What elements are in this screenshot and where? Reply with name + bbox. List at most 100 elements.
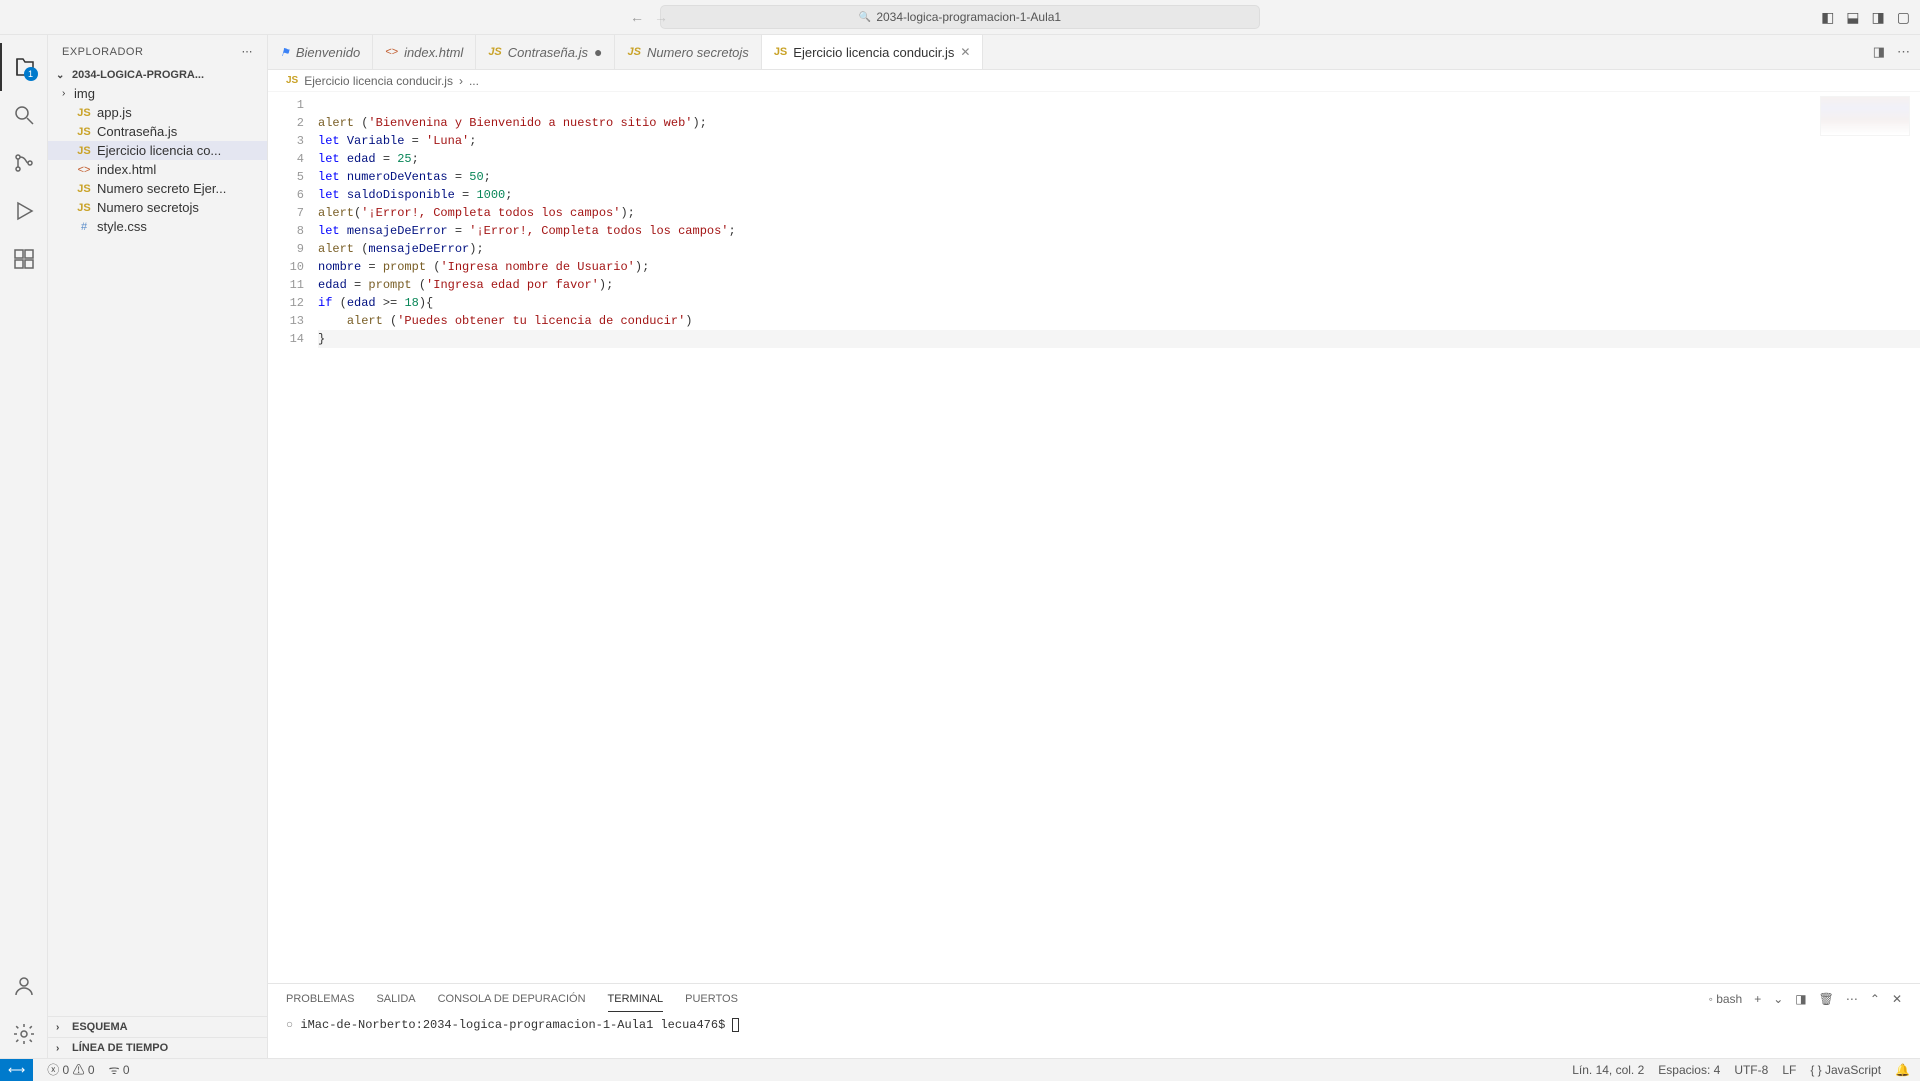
status-feedback-icon[interactable]: 🔔: [1895, 1063, 1910, 1077]
error-count: 0: [63, 1063, 70, 1077]
editor-tab[interactable]: JS Numero secretojs: [615, 35, 761, 69]
panel-tab[interactable]: SALIDA: [376, 987, 415, 1011]
folder-item[interactable]: ›img: [48, 84, 267, 103]
terminal-dropdown-icon[interactable]: ⌄: [1773, 992, 1783, 1006]
file-label: app.js: [97, 105, 132, 120]
outline-section[interactable]: › ESQUEMA: [48, 1016, 267, 1037]
nav-back-icon[interactable]: ←: [630, 9, 644, 25]
tab-file-icon: JS: [627, 46, 640, 58]
file-type-icon: JS: [76, 183, 92, 195]
tab-file-icon: JS: [774, 46, 787, 58]
split-editor-icon[interactable]: ◨: [1873, 44, 1885, 60]
nav-forward-icon[interactable]: →: [654, 9, 668, 25]
editor-tab[interactable]: ⚑Bienvenido: [268, 35, 373, 69]
sidebar-explorer: EXPLORADOR ⋯ ⌄ 2034-LOGICA-PROGRA... ›im…: [48, 35, 268, 1058]
terminal-output[interactable]: ○ iMac-de-Norberto:2034-logica-programac…: [268, 1014, 1920, 1058]
breadcrumb[interactable]: JS Ejercicio licencia conducir.js › ...: [268, 70, 1920, 92]
code-line: nombre = prompt ('Ingresa nombre de Usua…: [318, 258, 1920, 276]
timeline-section[interactable]: ›LÍNEA DE TIEMPO: [48, 1037, 267, 1058]
status-ports[interactable]: ᯤ 0: [109, 1061, 130, 1078]
code-content[interactable]: alert ('Bienvenina y Bienvenido a nuestr…: [318, 92, 1920, 983]
toggle-panel-icon[interactable]: ⬓: [1846, 9, 1859, 26]
titlebar-layout-controls: ◧ ⬓ ◨ ▢: [1821, 9, 1910, 26]
command-center[interactable]: 2034-logica-programacion-1-Aula1: [660, 5, 1260, 29]
project-name: 2034-LOGICA-PROGRA...: [72, 69, 204, 81]
status-language[interactable]: { } JavaScript: [1810, 1063, 1881, 1077]
customize-layout-icon[interactable]: ▢: [1897, 9, 1910, 26]
extensions-icon[interactable]: [0, 235, 48, 283]
close-tab-icon[interactable]: ✕: [960, 45, 970, 59]
panel-tab[interactable]: PROBLEMAS: [286, 987, 354, 1011]
code-line: let mensajeDeError = '¡Error!, Completa …: [318, 222, 1920, 240]
terminal-cursor: [732, 1018, 739, 1032]
file-type-icon: JS: [76, 202, 92, 214]
code-line: let saldoDisponible = 1000;: [318, 186, 1920, 204]
tab-file-icon: JS: [488, 46, 501, 58]
source-control-icon[interactable]: [0, 139, 48, 187]
status-cursor-position[interactable]: Lín. 14, col. 2: [1572, 1063, 1644, 1077]
tab-label: Numero secretojs: [647, 45, 749, 60]
file-type-icon: JS: [76, 145, 92, 157]
explorer-badge: 1: [24, 67, 38, 81]
file-tree: ›img JS app.js JSContraseña.js JS Ejercicio l…: [48, 84, 267, 236]
toggle-secondary-sidebar-icon[interactable]: ◨: [1872, 9, 1885, 26]
minimap[interactable]: [1820, 96, 1910, 136]
code-line: edad = prompt ('Ingresa edad por favor')…: [318, 276, 1920, 294]
run-debug-icon[interactable]: [0, 187, 48, 235]
editor-body[interactable]: 1234567891011121314 alert ('Bienvenina y…: [268, 92, 1920, 983]
toggle-primary-sidebar-icon[interactable]: ◧: [1821, 9, 1834, 26]
file-type-icon: JS: [76, 107, 92, 119]
tab-label: Ejercicio licencia conducir.js: [793, 45, 954, 60]
file-item[interactable]: JS Ejercicio licencia co...: [48, 141, 267, 160]
more-actions-icon[interactable]: ⋯: [1897, 44, 1910, 60]
status-bar: ⟷ ⓧ 0 ⚠ 0 ᯤ 0 Lín. 14, col. 2 Espacios: …: [0, 1058, 1920, 1080]
chevron-right-icon: ›: [62, 88, 72, 99]
panel-tab[interactable]: PUERTOS: [685, 987, 738, 1011]
editor-tab[interactable]: JSContraseña.js●: [476, 35, 615, 69]
tab-label: Contraseña.js: [508, 45, 588, 60]
breadcrumb-separator-icon: ›: [459, 74, 463, 88]
file-item[interactable]: #style.css: [48, 217, 267, 236]
file-label: style.css: [97, 219, 147, 234]
code-line: alert (mensajeDeError);: [318, 240, 1920, 258]
settings-gear-icon[interactable]: [0, 1010, 48, 1058]
terminal-prompt: iMac-de-Norberto:2034-logica-programacio…: [300, 1018, 732, 1032]
file-item[interactable]: JSContraseña.js: [48, 122, 267, 141]
titlebar-nav: ← →: [630, 9, 668, 25]
maximize-panel-icon[interactable]: ⌃: [1870, 992, 1880, 1006]
search-icon[interactable]: [0, 91, 48, 139]
code-line: let numeroDeVentas = 50;: [318, 168, 1920, 186]
code-line: if (edad >= 18){: [318, 294, 1920, 312]
file-item[interactable]: JS app.js: [48, 103, 267, 122]
editor-tab[interactable]: JS Ejercicio licencia conducir.js ✕: [762, 35, 984, 69]
status-encoding[interactable]: UTF-8: [1734, 1063, 1768, 1077]
file-item[interactable]: JSNumero secreto Ejer...: [48, 179, 267, 198]
remote-indicator[interactable]: ⟷: [0, 1059, 33, 1081]
breadcrumb-rest: ...: [469, 74, 479, 88]
titlebar: ← → 2034-logica-programacion-1-Aula1 ◧ ⬓…: [0, 0, 1920, 35]
status-indentation[interactable]: Espacios: 4: [1658, 1063, 1720, 1077]
file-label: Ejercicio licencia co...: [97, 143, 221, 158]
panel-more-icon[interactable]: ⋯: [1846, 992, 1858, 1006]
main-area: 1 EXPLORADOR ⋯ ⌄ 2034-LOGICA-PROGRA... ›…: [0, 35, 1920, 1058]
status-eol[interactable]: LF: [1782, 1063, 1796, 1077]
editor-tab[interactable]: <>index.html: [373, 35, 476, 69]
new-terminal-icon[interactable]: +: [1754, 992, 1761, 1006]
status-errors[interactable]: ⓧ 0 ⚠ 0: [47, 1061, 94, 1078]
code-line: [318, 96, 1920, 114]
chevron-right-icon: ›: [56, 1022, 68, 1033]
explorer-icon[interactable]: 1: [0, 43, 48, 91]
accounts-icon[interactable]: [0, 962, 48, 1010]
project-folder-header[interactable]: ⌄ 2034-LOGICA-PROGRA...: [48, 66, 267, 84]
kill-terminal-icon[interactable]: 🗑: [1819, 992, 1834, 1006]
panel-tab[interactable]: CONSOLA DE DEPURACIÓN: [438, 987, 586, 1011]
sidebar-more-icon[interactable]: ⋯: [242, 45, 254, 58]
tab-label: index.html: [404, 45, 463, 60]
file-item[interactable]: <>index.html: [48, 160, 267, 179]
close-panel-icon[interactable]: ✕: [1892, 992, 1902, 1006]
split-terminal-icon[interactable]: ◨: [1795, 992, 1806, 1006]
file-item[interactable]: JSNumero secretojs: [48, 198, 267, 217]
panel-tab[interactable]: TERMINAL: [608, 987, 664, 1012]
terminal-profile[interactable]: ◦ bash: [1709, 992, 1743, 1006]
outline-label: ESQUEMA: [72, 1021, 128, 1033]
